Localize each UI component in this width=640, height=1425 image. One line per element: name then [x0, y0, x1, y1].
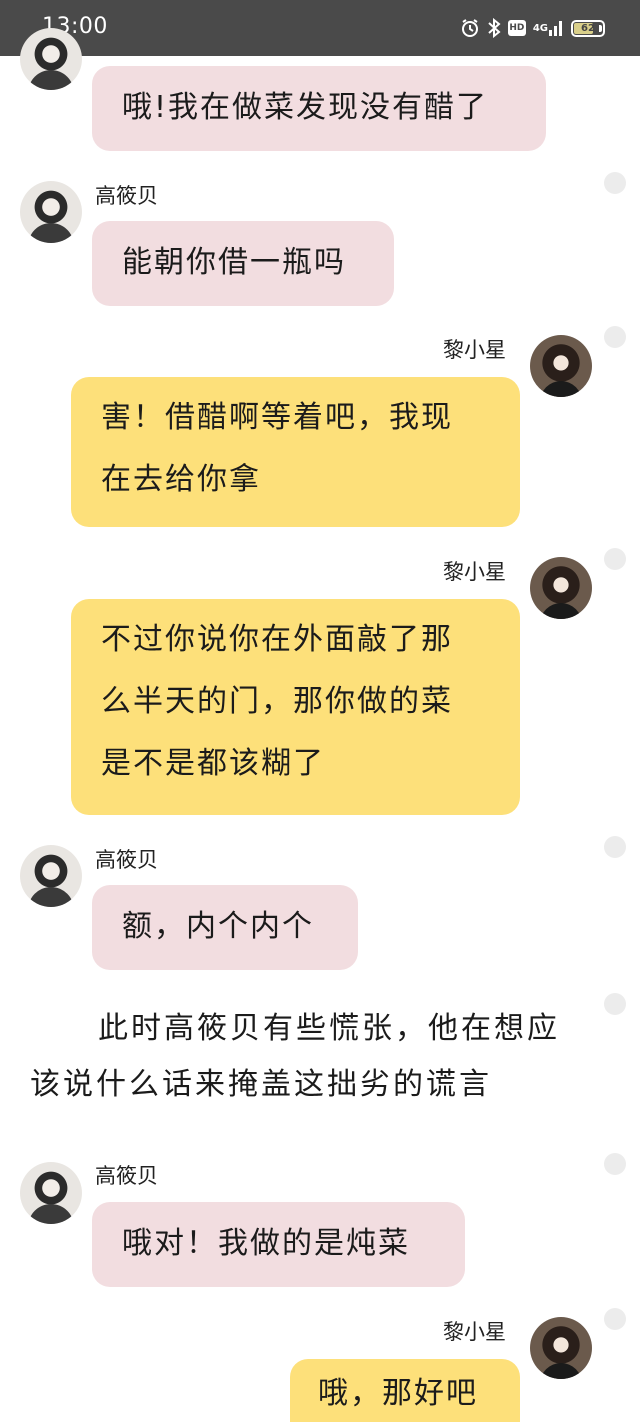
status-bar: 13:00 HD 4G 62 [0, 0, 640, 56]
read-indicator-dot [604, 1153, 626, 1175]
read-indicator-dot [604, 548, 626, 570]
sender-name: 黎小星 [443, 338, 506, 362]
battery-body: 62 [571, 19, 605, 37]
sender-name: 高筱贝 [95, 184, 158, 208]
sender-name: 高筱贝 [95, 1164, 158, 1188]
sender-name: 黎小星 [443, 1320, 506, 1344]
message-bubble: 不过你说你在外面敲了那 么半天的门，那你做的菜 是不是都该糊了 [71, 599, 520, 815]
read-indicator-dot [604, 1308, 626, 1330]
avatar-lixiaoxing[interactable] [530, 335, 592, 397]
read-indicator-dot [604, 836, 626, 858]
avatar-gaoxiaobei[interactable] [20, 845, 82, 907]
avatar-gaoxiaobei[interactable] [20, 1162, 82, 1224]
read-indicator-dot [604, 172, 626, 194]
message-text-line: 么半天的门，那你做的菜 [101, 684, 453, 719]
read-indicator-dot [604, 326, 626, 348]
sender-name: 黎小星 [443, 560, 506, 584]
battery-icon: 62 [571, 19, 605, 37]
message-text: 能朝你借一瓶吗 [122, 245, 346, 280]
message-bubble: 哦，那好吧 [290, 1359, 520, 1422]
message-bubble: 能朝你借一瓶吗 [92, 221, 394, 306]
battery-level: 62 [581, 22, 595, 34]
message-text-line: 害！借醋啊等着吧，我现 [101, 400, 453, 435]
alarm-icon [460, 18, 480, 38]
hd-icon: HD [507, 20, 526, 36]
message-text: 哦，那好吧 [318, 1376, 478, 1411]
message-text-line: 在去给你拿 [101, 462, 261, 497]
read-indicator-dot [604, 993, 626, 1015]
message-text-line: 不过你说你在外面敲了那 [101, 622, 453, 657]
avatar-lixiaoxing[interactable] [530, 557, 592, 619]
message-bubble: 哦对！我做的是炖菜 [92, 1202, 465, 1287]
avatar-gaoxiaobei[interactable] [20, 28, 82, 90]
message-bubble: 哦!我在做菜发现没有醋了 [92, 66, 546, 151]
message-text-line: 是不是都该糊了 [101, 746, 325, 781]
status-icons: HD 4G 62 [460, 17, 605, 39]
network-4g-icon: 4G [533, 19, 564, 37]
network-label: 4G [532, 22, 548, 34]
sender-name: 高筱贝 [95, 848, 158, 872]
bluetooth-icon [487, 18, 501, 38]
message-bubble: 害！借醋啊等着吧，我现 在去给你拿 [71, 377, 520, 527]
message-text: 哦!我在做菜发现没有醋了 [122, 90, 489, 125]
avatar-gaoxiaobei[interactable] [20, 181, 82, 243]
avatar-lixiaoxing[interactable] [530, 1317, 592, 1379]
message-text: 哦对！我做的是炖菜 [122, 1226, 410, 1261]
message-bubble: 额，内个内个 [92, 885, 358, 970]
narration-text: 此时高筱贝有些慌张，他在想应该说什么话来掩盖这拙劣的谎言 [30, 1011, 560, 1102]
message-text: 额，内个内个 [122, 909, 314, 944]
